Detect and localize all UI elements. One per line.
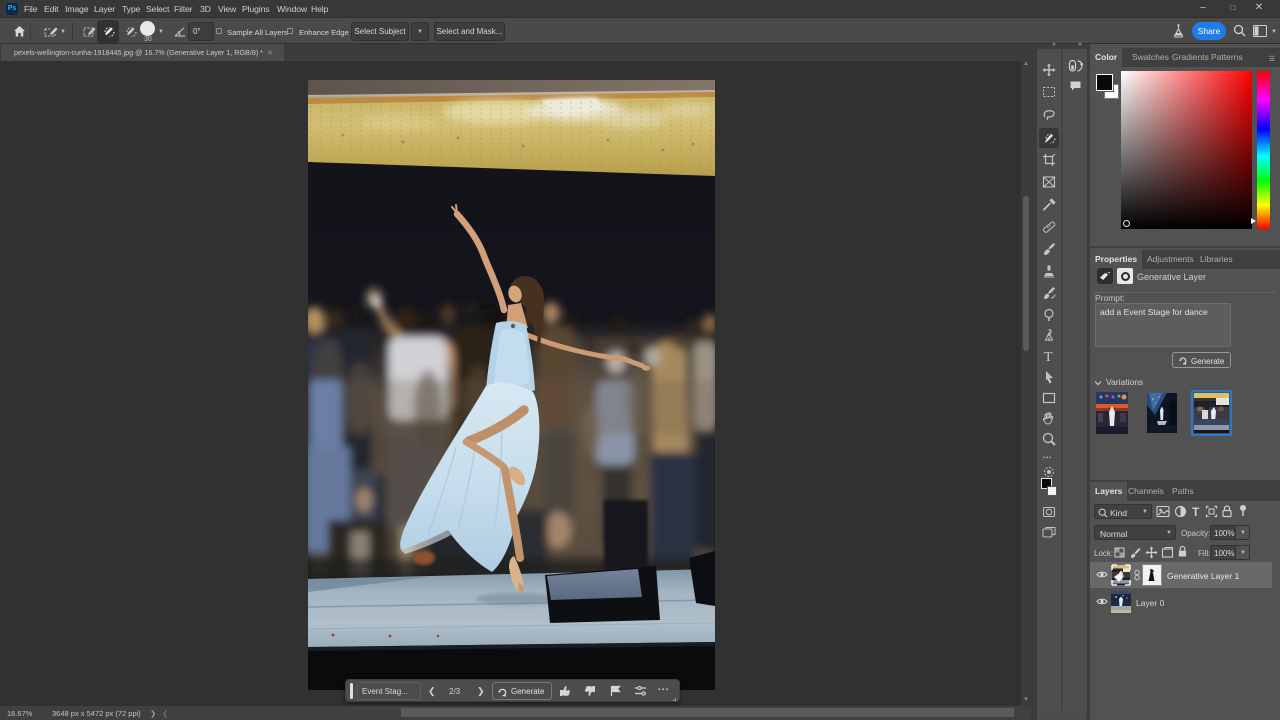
svg-text:T: T (1044, 350, 1053, 364)
svg-text:T: T (1192, 505, 1200, 518)
